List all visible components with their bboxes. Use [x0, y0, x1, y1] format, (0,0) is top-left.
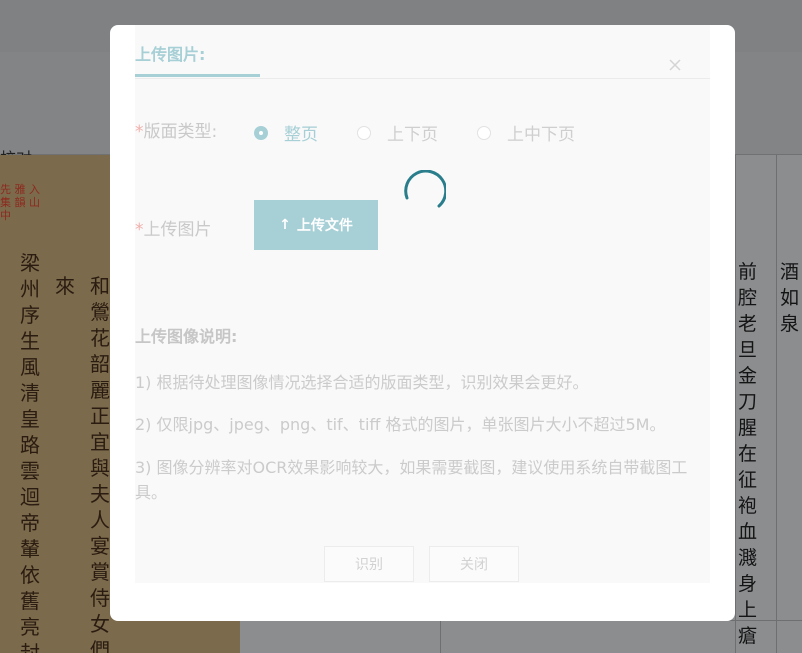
- scan-column: 依舊亮封: [20, 563, 40, 653]
- scan-column: 夫人宴賞: [90, 482, 110, 584]
- upload-file-button-label: 上传文件: [296, 218, 353, 234]
- text-column: 腥在征: [738, 417, 758, 491]
- scan-column: 梁州序生: [20, 251, 40, 353]
- radio-label: 上中下页: [507, 125, 575, 145]
- arrow-up-icon: ↑: [279, 217, 291, 233]
- upload-image-label: *上传图片: [135, 215, 212, 240]
- scan-column: 侍女們: [90, 586, 110, 653]
- scan-column: 風清皇路: [20, 355, 40, 457]
- description-item: 3) 图像分辨率对OCR效果影响较大，如果需要截图，建议使用系统自带截图工具。: [135, 458, 688, 502]
- text-column: 旦金刀: [738, 339, 758, 413]
- tab-divider: [135, 78, 710, 79]
- layout-type-label-text: 版面类型:: [143, 122, 218, 142]
- close-icon[interactable]: [665, 55, 685, 75]
- scan-column: 雲迴帝輦: [20, 459, 40, 561]
- scan-red-annotation: 先 雅 入 集 韻 山 中: [0, 183, 40, 222]
- layout-type-label: *版面类型:: [135, 117, 217, 142]
- close-button[interactable]: 关闭: [429, 546, 519, 582]
- radio-label: 上下页: [387, 125, 438, 145]
- scan-side-char: 來: [55, 274, 75, 298]
- grid-line: [776, 155, 777, 653]
- text-column: 酒如泉: [780, 261, 800, 335]
- radio-top-bottom-page[interactable]: 上下页: [357, 120, 438, 145]
- required-marker: *: [135, 122, 144, 142]
- scan-column: 麗正宜與: [90, 378, 110, 480]
- grid-line: [735, 155, 736, 653]
- radio-full-page[interactable]: 整页: [254, 120, 318, 145]
- upload-image-dialog: 上传图片: *版面类型: 整页 上下页 上中下页 *上传图片 ↑ 上传文件 上传图…: [110, 25, 735, 621]
- radio-unchecked-icon: [477, 125, 491, 140]
- recognize-button[interactable]: 识别: [324, 546, 414, 582]
- scan-column: 和鶯花韶: [90, 274, 110, 376]
- radio-top-middle-bottom-page[interactable]: 上中下页: [477, 120, 575, 145]
- description-item: 1) 根据待处理图像情况选择合适的版面类型，识别效果会更好。: [135, 373, 589, 392]
- required-marker: *: [135, 220, 144, 240]
- radio-unchecked-icon: [357, 125, 371, 140]
- dialog-title-tab[interactable]: 上传图片:: [135, 41, 205, 65]
- radio-label: 整页: [284, 125, 318, 145]
- upload-image-label-text: 上传图片: [143, 220, 212, 240]
- radio-checked-icon: [254, 125, 268, 140]
- text-column: 身上瘡: [738, 573, 758, 647]
- text-column: 袍血濺: [738, 495, 758, 569]
- text-column: 前腔老: [738, 261, 758, 335]
- loading-spinner-icon: [404, 170, 446, 208]
- description-item: 2) 仅限jpg、jpeg、png、tif、tiff 格式的图片，单张图片大小不…: [135, 415, 666, 434]
- active-tab-underline: [135, 74, 260, 77]
- upload-file-button[interactable]: ↑ 上传文件: [254, 200, 378, 250]
- upload-description-title: 上传图像说明:: [135, 327, 238, 346]
